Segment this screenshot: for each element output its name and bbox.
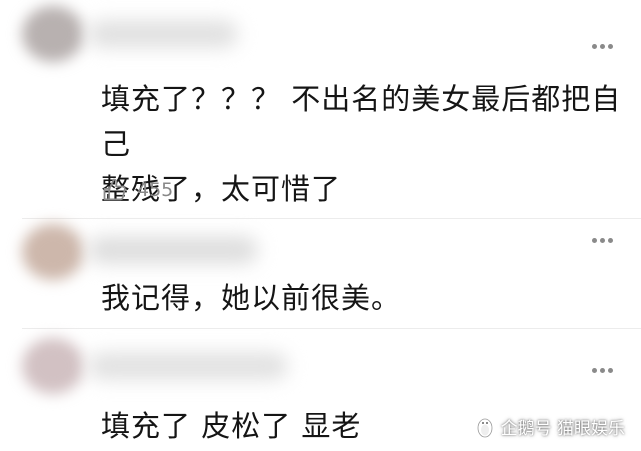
more-options-button[interactable] bbox=[592, 368, 613, 373]
more-dots-icon bbox=[592, 44, 597, 49]
more-options-button[interactable] bbox=[592, 44, 613, 49]
comment-text-line: 填充了？？？ 不出名的美女最后都把自己 bbox=[101, 82, 622, 161]
avatar[interactable] bbox=[22, 224, 84, 280]
comment-text: 填充了？？？ 不出名的美女最后都把自己 整残了，太可惜了 bbox=[101, 77, 641, 212]
username[interactable] bbox=[88, 352, 288, 380]
watermark: 企鹅号 猫眼娱乐 bbox=[475, 414, 625, 439]
username[interactable] bbox=[88, 20, 238, 48]
penguin-logo-icon bbox=[477, 418, 492, 437]
more-dots-icon bbox=[592, 368, 597, 373]
comment-item-2: 我记得，她以前很美。 bbox=[0, 218, 641, 328]
comment-text: 填充了 皮松了 显老 bbox=[101, 409, 362, 443]
like-count: 455 bbox=[137, 179, 174, 201]
comment-text-line: 整残了，太可惜了 bbox=[101, 172, 342, 206]
comment-item-1: 填充了？？？ 不出名的美女最后都把自己 整残了，太可惜了 455 bbox=[0, 0, 641, 218]
more-options-button[interactable] bbox=[592, 238, 613, 243]
thumbs-up-icon bbox=[103, 178, 126, 201]
avatar[interactable] bbox=[22, 338, 84, 394]
comment-text: 我记得，她以前很美。 bbox=[101, 281, 402, 315]
watermark-text: 企鹅号 猫眼娱乐 bbox=[500, 419, 625, 439]
avatar[interactable] bbox=[22, 6, 84, 62]
more-dots-icon bbox=[592, 238, 597, 243]
username[interactable] bbox=[88, 236, 258, 264]
like-button[interactable]: 455 bbox=[101, 176, 173, 204]
